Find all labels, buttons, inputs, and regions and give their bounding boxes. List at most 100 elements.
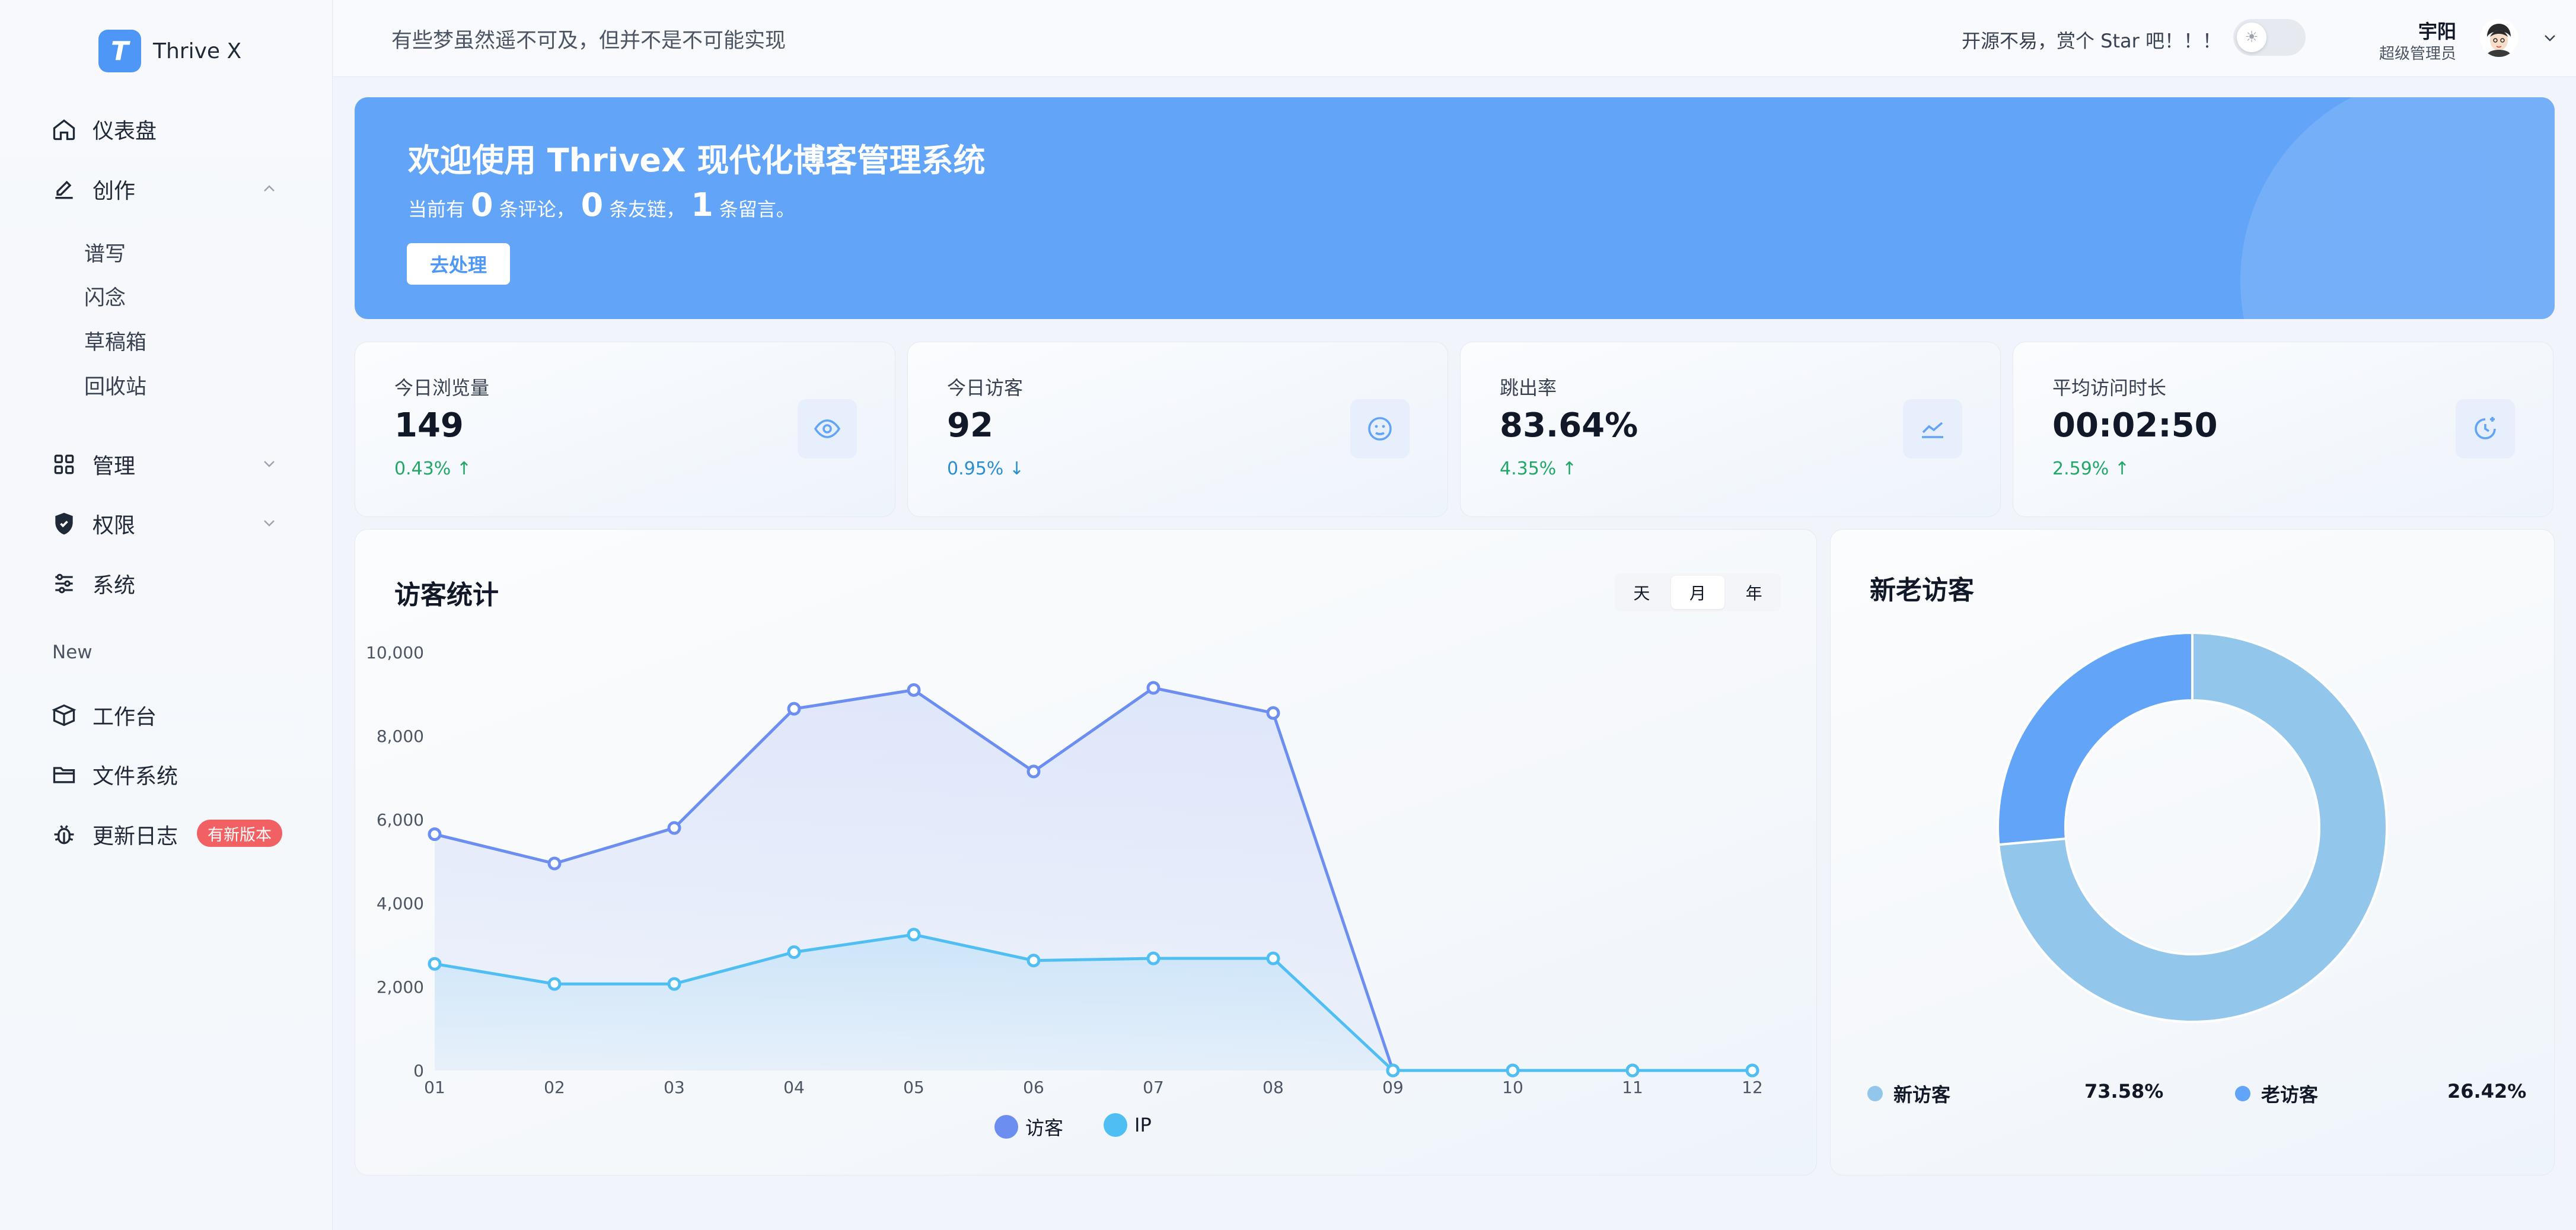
shield-icon (55, 512, 73, 535)
x-tick-label: 09 (1382, 1078, 1404, 1097)
theme-toggle[interactable]: ☀ (2233, 19, 2306, 56)
chevron-down-icon[interactable] (2540, 28, 2559, 47)
sidebar-item-filesystem[interactable]: 文件系统 (51, 759, 178, 790)
welcome-banner: 欢迎使用 ThriveX 现代化博客管理系统 当前有 0 条评论， 0 条友链，… (355, 97, 2555, 319)
legend-label: 访客 (1025, 1117, 1064, 1139)
pencil-icon (55, 180, 73, 199)
sidebar-item-system[interactable]: 系统 (51, 568, 135, 599)
data-point[interactable] (907, 928, 921, 942)
data-point[interactable] (428, 957, 442, 971)
data-point[interactable] (667, 977, 681, 991)
box-icon (52, 704, 76, 726)
y-tick-label: 2,000 (377, 977, 424, 997)
sidebar-subitem-trash[interactable]: 回收站 (84, 370, 146, 400)
legend-item-visitors[interactable]: 访客 (994, 1113, 1063, 1140)
legend-label: 老访客 (2261, 1084, 2319, 1106)
stat-card-bounce: 跳出率 83.64% 4.35% ↑ (1460, 342, 2001, 517)
y-tick-label: 10,000 (366, 643, 424, 662)
star-link[interactable]: 开源不易，赏个 Star 吧！！！ (1962, 26, 2221, 53)
eye-icon (798, 399, 857, 458)
data-point[interactable] (1146, 681, 1161, 695)
data-point[interactable] (1026, 764, 1041, 779)
chevron-up-icon[interactable] (260, 179, 279, 198)
sidebar-item-label: 文件系统 (93, 764, 178, 789)
legend-item-ip[interactable]: IP (1104, 1113, 1152, 1137)
links-label: 条友链， (609, 198, 686, 221)
sun-icon: ☀ (2237, 23, 2266, 52)
data-point[interactable] (787, 702, 801, 716)
sidebar-item-manage[interactable]: 管理 (51, 449, 135, 480)
data-point[interactable] (667, 821, 681, 835)
app-name: Thrive X (153, 39, 242, 63)
logo-icon: T (98, 30, 141, 72)
y-tick-label: 4,000 (377, 894, 424, 913)
legend-dot (1867, 1086, 1883, 1101)
data-point[interactable] (787, 945, 801, 959)
new-old-visitors-panel: 新老访客 新访客 73.58% 老访客 26.42% (1830, 529, 2555, 1175)
x-tick-label: 04 (783, 1078, 805, 1097)
sidebar-item-changelog[interactable]: 更新日志 (51, 819, 178, 850)
sidebar-item-label: 管理 (93, 454, 136, 479)
sidebar-item-create[interactable]: 创作 (51, 174, 135, 205)
data-point[interactable] (1506, 1063, 1520, 1078)
process-button[interactable]: 去处理 (407, 243, 510, 285)
app-logo[interactable]: T Thrive X (98, 30, 241, 72)
stat-label: 今日浏览量 (394, 377, 490, 399)
sidebar: T Thrive X 仪表盘 创作 谱写 闪念 草稿箱 回收站 管理 权限 系统… (0, 0, 333, 1230)
data-point[interactable] (1026, 954, 1041, 968)
sidebar-item-dashboard[interactable]: 仪表盘 (51, 114, 157, 145)
banner-prefix: 当前有 (408, 198, 466, 221)
legend-dot (1104, 1113, 1127, 1137)
sidebar-subitem-compose[interactable]: 谱写 (84, 237, 126, 267)
stat-card-visitors: 今日访客 92 0.95% ↓ (907, 342, 1448, 517)
x-tick-label: 02 (544, 1078, 565, 1097)
user-name[interactable]: 宇阳 (2385, 17, 2456, 44)
stat-value: 92 (947, 406, 993, 445)
grid-icon (54, 454, 74, 474)
home-icon (53, 119, 75, 141)
data-point[interactable] (1386, 1063, 1400, 1078)
data-point[interactable] (547, 856, 562, 871)
sidebar-item-label: 工作台 (93, 705, 157, 729)
data-point[interactable] (428, 827, 442, 842)
stat-change: 2.59% ↑ (2052, 458, 2129, 479)
data-point[interactable] (907, 683, 921, 697)
sidebar-item-permission[interactable]: 权限 (51, 508, 135, 539)
x-tick-label: 06 (1023, 1078, 1044, 1097)
clock-icon (2456, 399, 2515, 458)
chevron-down-icon[interactable] (260, 454, 279, 473)
sidebar-subitem-flash[interactable]: 闪念 (84, 281, 126, 311)
chevron-down-icon[interactable] (260, 514, 279, 533)
sidebar-item-label: 更新日志 (93, 824, 178, 849)
banner-stats: 当前有 0 条评论， 0 条友链， 1 条留言。 (408, 186, 795, 224)
avatar[interactable] (2480, 19, 2518, 57)
legend-label: IP (1134, 1114, 1152, 1136)
banner-decoration (2240, 97, 2555, 319)
new-version-badge: 有新版本 (197, 820, 282, 847)
banner-title: 欢迎使用 ThriveX 现代化博客管理系统 (408, 142, 986, 179)
visitor-stats-panel: 访客统计 天 月 年 10,000 8,000 6,000 4,000 2,000 0 01… (355, 529, 1817, 1175)
comments-label: 条评论， (499, 198, 575, 221)
sidebar-subitem-drafts[interactable]: 草稿箱 (84, 326, 146, 356)
data-point[interactable] (1625, 1063, 1640, 1078)
sidebar-item-label: 仪表盘 (93, 119, 157, 144)
stat-value: 149 (394, 406, 464, 445)
data-point[interactable] (1146, 951, 1161, 965)
sidebar-item-workbench[interactable]: 工作台 (51, 700, 157, 731)
x-tick-label: 12 (1742, 1078, 1763, 1097)
data-point[interactable] (1745, 1063, 1759, 1078)
donut-slice-1[interactable] (1997, 631, 2194, 846)
stat-label: 今日访客 (947, 377, 1024, 399)
data-point[interactable] (1266, 706, 1280, 720)
data-point[interactable] (1266, 951, 1280, 965)
sidebar-item-label: 权限 (93, 514, 136, 538)
x-tick-label: 08 (1263, 1078, 1284, 1097)
sliders-icon (55, 573, 73, 594)
line-chart-icon (1903, 399, 1962, 458)
legend-item-old[interactable]: 老访客 (2235, 1080, 2318, 1107)
data-point[interactable] (547, 977, 562, 991)
motto-text: 有些梦虽然遥不可及，但并不是不可能实现 (391, 29, 786, 53)
y-tick-label: 8,000 (377, 726, 424, 746)
x-tick-label: 10 (1502, 1078, 1523, 1097)
legend-item-new[interactable]: 新访客 (1867, 1080, 1950, 1107)
